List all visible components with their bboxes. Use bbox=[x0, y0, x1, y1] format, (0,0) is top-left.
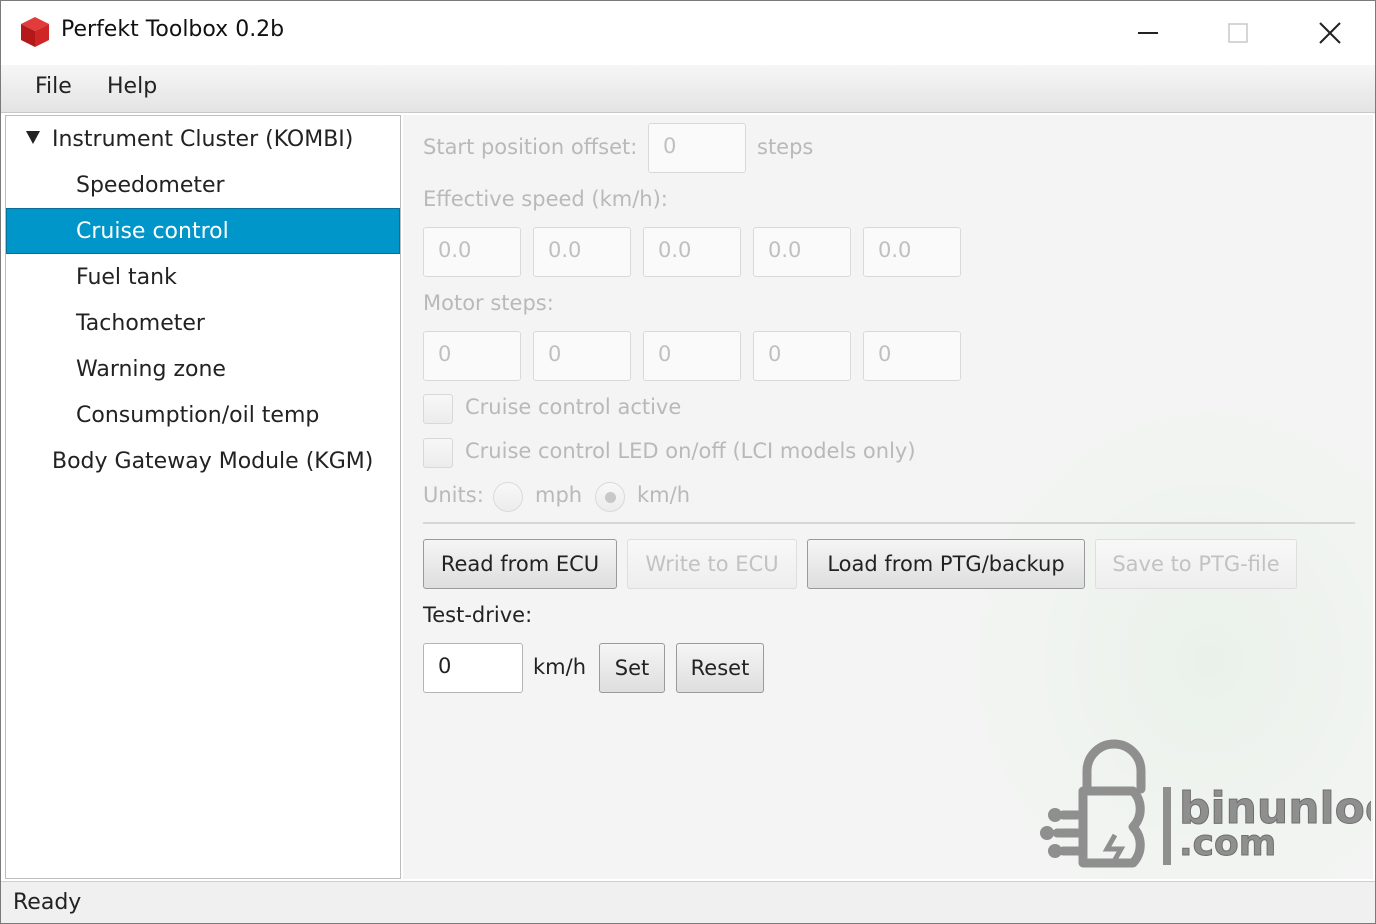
motor-steps-input-5[interactable]: 0 bbox=[863, 331, 961, 381]
tree-item-consumption-oil-temp[interactable]: Consumption/oil temp bbox=[6, 392, 400, 438]
app-window: Perfekt Toolbox 0.2b File Help Instrumen… bbox=[0, 0, 1376, 924]
write-to-ecu-button[interactable]: Write to ECU bbox=[627, 539, 797, 589]
tree-item-speedometer[interactable]: Speedometer bbox=[6, 162, 400, 208]
binunlock-watermark-logo: binunlock .com bbox=[1040, 739, 1371, 868]
effective-speed-input-5[interactable]: 0.0 bbox=[863, 227, 961, 277]
effective-speed-input-3[interactable]: 0.0 bbox=[643, 227, 741, 277]
motor-steps-input-4[interactable]: 0 bbox=[753, 331, 851, 381]
tree-item-kombi[interactable]: Instrument Cluster (KOMBI) bbox=[6, 116, 400, 162]
motor-steps-label: Motor steps: bbox=[423, 291, 554, 315]
tree-item-label: Warning zone bbox=[76, 356, 226, 382]
menu-help[interactable]: Help bbox=[101, 74, 163, 99]
read-from-ecu-button[interactable]: Read from ECU bbox=[423, 539, 617, 589]
units-kmh-radio[interactable] bbox=[595, 482, 625, 512]
units-mph-radio[interactable] bbox=[493, 482, 523, 512]
start-offset-input[interactable]: 0 bbox=[648, 123, 746, 173]
cruise-active-checkbox[interactable] bbox=[423, 394, 453, 424]
cruise-active-label: Cruise control active bbox=[465, 395, 682, 419]
test-drive-speed-input[interactable]: 0 bbox=[423, 643, 523, 693]
tree-item-tachometer[interactable]: Tachometer bbox=[6, 300, 400, 346]
start-offset-unit: steps bbox=[757, 135, 814, 159]
cruise-led-checkbox[interactable] bbox=[423, 438, 453, 468]
tree-item-label: Instrument Cluster (KOMBI) bbox=[52, 126, 354, 152]
reset-button[interactable]: Reset bbox=[676, 643, 764, 693]
effective-speed-label: Effective speed (km/h): bbox=[423, 187, 668, 211]
tree-item-label: Tachometer bbox=[76, 310, 205, 336]
menu-bar: File Help bbox=[1, 65, 1375, 113]
tree-item-label: Speedometer bbox=[76, 172, 225, 198]
maximize-icon bbox=[1228, 23, 1248, 43]
set-button[interactable]: Set bbox=[599, 643, 665, 693]
motor-steps-input-3[interactable]: 0 bbox=[643, 331, 741, 381]
tree-item-kgm[interactable]: Body Gateway Module (KGM) bbox=[6, 438, 400, 484]
close-icon bbox=[1319, 22, 1341, 44]
effective-speed-input-1[interactable]: 0.0 bbox=[423, 227, 521, 277]
units-label: Units: bbox=[423, 483, 484, 507]
minimize-button[interactable] bbox=[1103, 1, 1193, 65]
effective-speed-input-4[interactable]: 0.0 bbox=[753, 227, 851, 277]
units-kmh-label: km/h bbox=[637, 483, 691, 507]
radio-selected-dot bbox=[605, 492, 616, 503]
app-cube-icon bbox=[21, 17, 49, 47]
save-to-ptg-button[interactable]: Save to PTG-file bbox=[1095, 539, 1297, 589]
menu-file[interactable]: File bbox=[29, 74, 78, 99]
motor-steps-input-2[interactable]: 0 bbox=[533, 331, 631, 381]
test-drive-label: Test-drive: bbox=[423, 603, 533, 627]
divider bbox=[423, 522, 1355, 524]
maximize-button[interactable] bbox=[1193, 1, 1283, 65]
load-from-ptg-button[interactable]: Load from PTG/backup bbox=[807, 539, 1085, 589]
minimize-icon bbox=[1138, 32, 1158, 34]
effective-speed-input-2[interactable]: 0.0 bbox=[533, 227, 631, 277]
motor-steps-input-1[interactable]: 0 bbox=[423, 331, 521, 381]
test-drive-unit: km/h bbox=[533, 655, 587, 679]
units-mph-label: mph bbox=[535, 483, 583, 507]
navigation-tree: Instrument Cluster (KOMBI) Speedometer C… bbox=[5, 115, 401, 879]
title-bar[interactable]: Perfekt Toolbox 0.2b bbox=[1, 1, 1375, 65]
tree-item-label: Fuel tank bbox=[76, 264, 177, 290]
window-title: Perfekt Toolbox 0.2b bbox=[61, 17, 285, 42]
cruise-led-label: Cruise control LED on/off (LCI models on… bbox=[465, 439, 916, 463]
tree-item-label: Consumption/oil temp bbox=[76, 402, 320, 428]
status-text: Ready bbox=[13, 890, 82, 915]
tree-item-label: Cruise control bbox=[76, 218, 229, 244]
watermark-text-com: .com bbox=[1179, 823, 1276, 864]
close-button[interactable] bbox=[1285, 1, 1375, 65]
tree-item-label: Body Gateway Module (KGM) bbox=[52, 448, 374, 474]
tree-item-fuel-tank[interactable]: Fuel tank bbox=[6, 254, 400, 300]
start-offset-label: Start position offset: bbox=[423, 135, 638, 159]
tree-item-cruise-control[interactable]: Cruise control bbox=[6, 208, 400, 254]
status-bar: Ready bbox=[1, 881, 1375, 923]
expand-arrow-icon[interactable] bbox=[26, 131, 40, 144]
tree-item-warning-zone[interactable]: Warning zone bbox=[6, 346, 400, 392]
